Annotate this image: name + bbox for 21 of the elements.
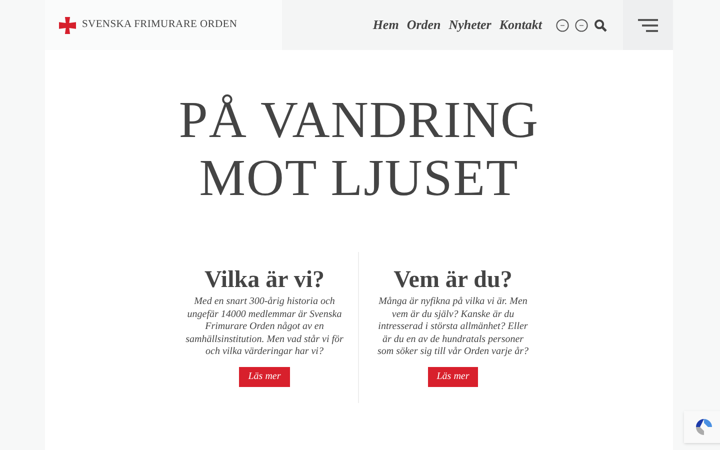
language-circle-icon[interactable]: [556, 18, 569, 32]
language-circle-icon[interactable]: [575, 18, 588, 32]
section-heading: Vilka är vi?: [204, 266, 324, 294]
nav-link[interactable]: Kontakt: [499, 15, 542, 35]
cross-logo-icon: [59, 16, 76, 34]
logo-text: SVENSKA FRIMURARE ORDEN: [82, 18, 238, 32]
recaptcha-icon: [694, 417, 714, 437]
read-more-button[interactable]: Läs mer: [239, 366, 290, 386]
section-heading: Vem är du?: [394, 266, 512, 294]
section-text: Många är nyfikna på vilka vi är. Men vem är du själv? Kanske är du intresserad i största allmänhet? Eller är du en av de hundratals personer som söker sig till vår Orden varje år?: [376, 296, 530, 358]
nav-link[interactable]: Nyheter: [448, 15, 492, 35]
nav-link[interactable]: Hem: [372, 15, 399, 35]
menu-icon: [638, 18, 658, 32]
read-more-button[interactable]: Läs mer: [428, 366, 478, 386]
recaptcha-badge[interactable]: [684, 411, 720, 443]
hero-title: PÅ VANDRING: [178, 92, 540, 150]
nav-link[interactable]: Orden: [406, 15, 441, 35]
menu-button[interactable]: [623, 0, 673, 50]
search-icon[interactable]: [594, 18, 607, 32]
hero-title: MOT LJUSET: [199, 150, 519, 208]
section-text: Med en snart 300-årig historia och ungefär 14000 medlemmar är Svenska Frimurare Orden något av en samhällsinstitution. Men vad står vi för och vilka värderingar har vi?: [186, 296, 344, 358]
